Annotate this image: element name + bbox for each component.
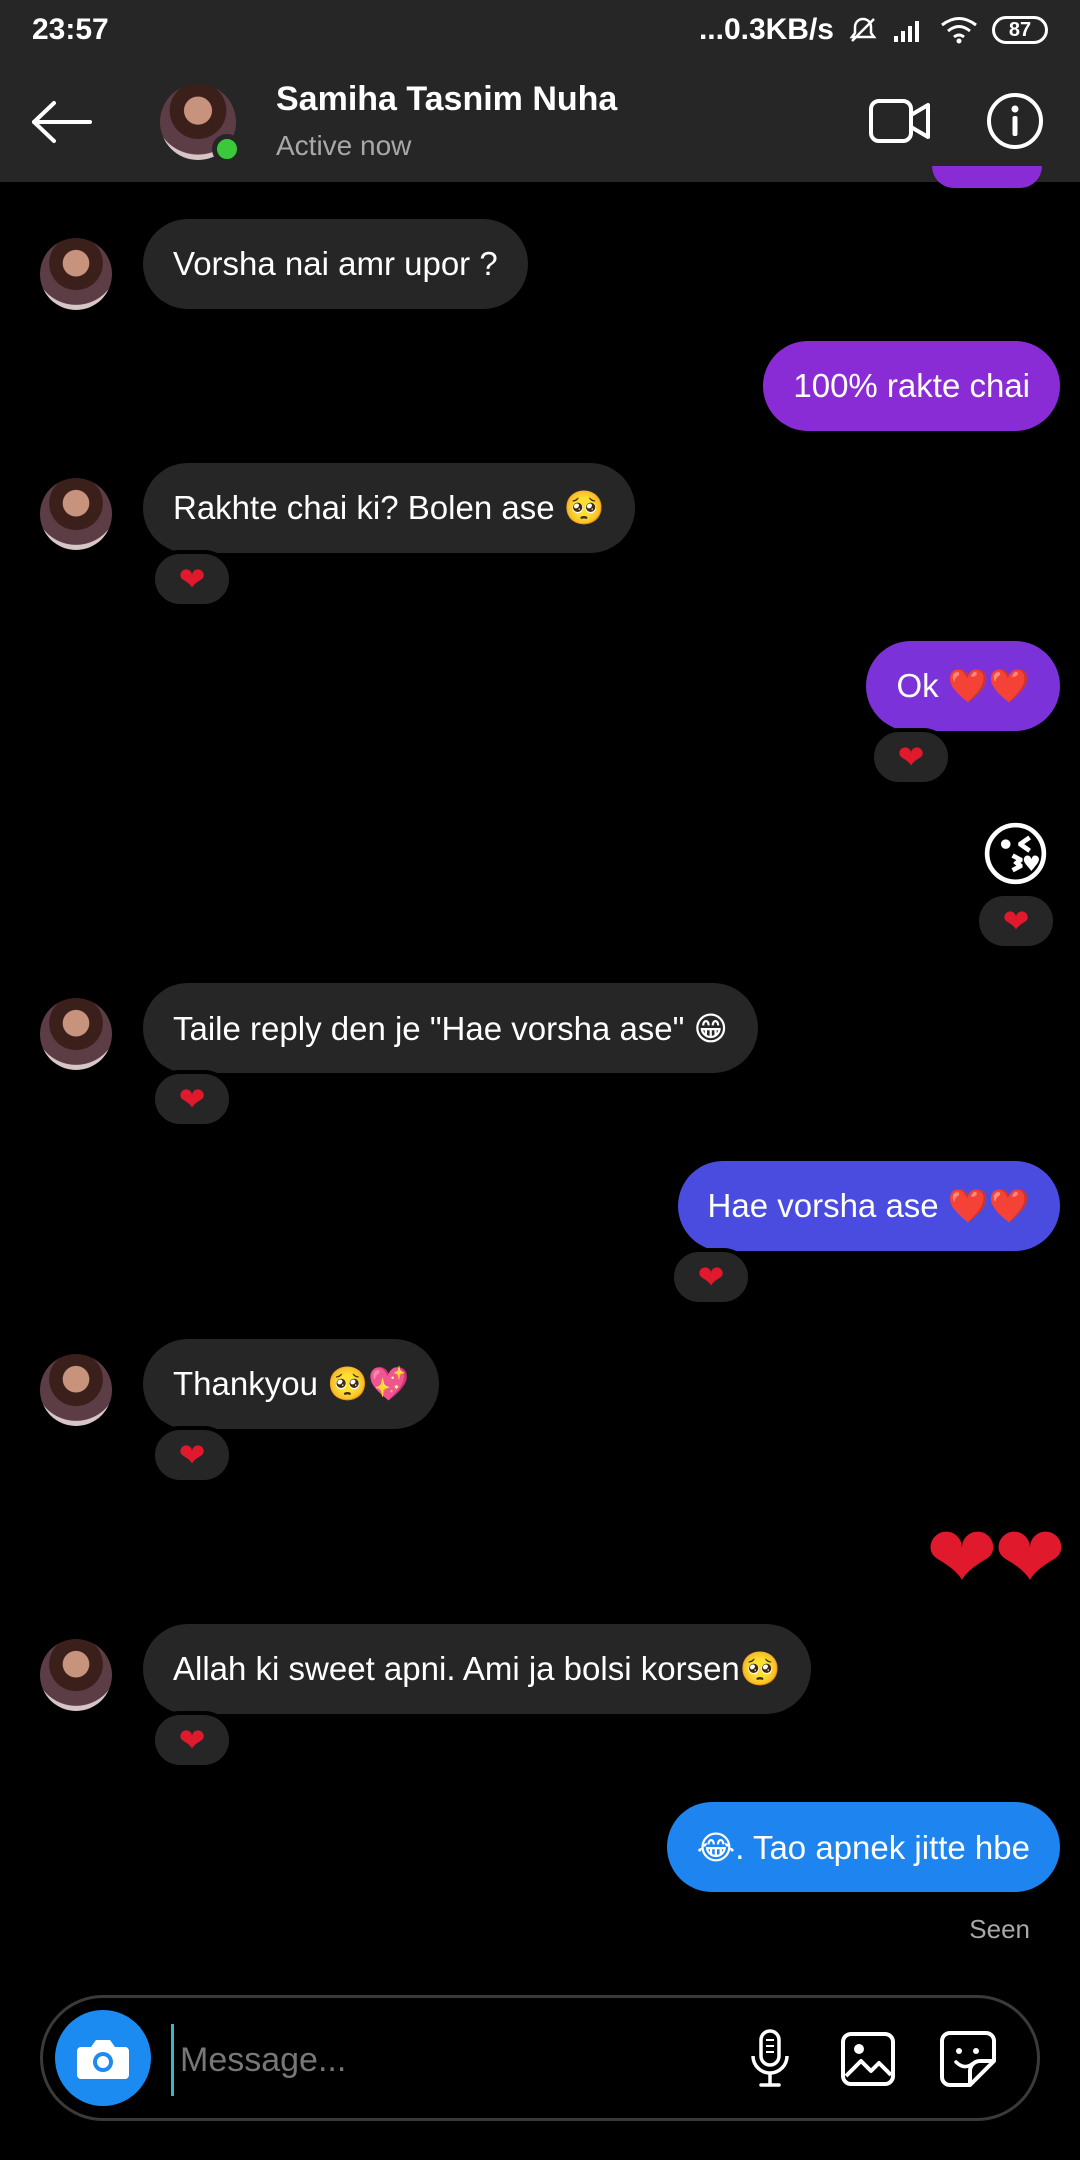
incoming-message[interactable]: Taile reply den je "Hae vorsha ase" 😁	[143, 983, 758, 1073]
status-bar: 23:57 ...0.3KB/s 87	[0, 0, 1080, 60]
seen-indicator: Seen	[969, 1914, 1030, 1944]
video-camera-icon	[869, 99, 930, 143]
avatar	[40, 1639, 112, 1711]
avatar	[40, 238, 112, 310]
sender-avatar[interactable]	[40, 1354, 112, 1426]
sender-avatar[interactable]	[40, 1639, 112, 1711]
incoming-message[interactable]: Allah ki sweet apni. Ami ja bolsi korsen…	[143, 1624, 811, 1714]
back-button[interactable]	[24, 84, 100, 160]
status-icons: ...0.3KB/s 87	[699, 13, 1048, 47]
outgoing-message[interactable]: Ok ❤️❤️	[866, 641, 1060, 731]
heart-reaction[interactable]: ❤	[670, 1248, 752, 1306]
battery-indicator: 87	[992, 16, 1048, 44]
online-indicator	[212, 134, 242, 164]
gallery-button[interactable]	[835, 2026, 901, 2092]
sender-avatar[interactable]	[40, 478, 112, 550]
image-icon	[841, 2032, 895, 2086]
heart-reaction[interactable]: ❤	[870, 728, 952, 786]
message-input[interactable]	[171, 2024, 742, 2096]
status-time: 23:57	[32, 13, 109, 46]
wifi-icon	[941, 17, 977, 44]
incoming-message[interactable]: Rakhte chai ki? Bolen ase 🥺	[143, 463, 635, 553]
camera-button[interactable]	[55, 2010, 151, 2106]
outgoing-message[interactable]: 😂. Tao apnek jitte hbe	[666, 1802, 1060, 1892]
heart-reaction[interactable]: ❤	[151, 550, 233, 608]
network-speed: ...0.3KB/s	[698, 13, 834, 46]
contact-name[interactable]: Samiha Tasnim Nuha	[276, 80, 617, 119]
outgoing-message[interactable]: Hae vorsha ase ❤️❤️	[677, 1161, 1060, 1251]
sender-avatar[interactable]	[40, 238, 112, 310]
chat-header: Samiha Tasnim Nuha Active now	[0, 60, 1080, 182]
sticker-button[interactable]	[935, 2026, 1001, 2092]
signal-icon	[894, 21, 919, 42]
info-icon	[987, 93, 1043, 149]
outgoing-message[interactable]: 100% rakte chai	[763, 341, 1060, 431]
heart-reaction[interactable]: ❤	[151, 1711, 233, 1769]
hearts-message[interactable]: ❤❤	[926, 1515, 1066, 1601]
incoming-message[interactable]: Vorsha nai amr upor ?	[143, 219, 528, 309]
message-composer	[40, 1995, 1040, 2121]
microphone-icon	[751, 2029, 789, 2087]
sender-avatar[interactable]	[40, 998, 112, 1070]
voice-message-button[interactable]	[737, 2026, 803, 2092]
avatar	[40, 1354, 112, 1426]
arrow-left-icon	[32, 101, 92, 143]
heart-reaction[interactable]: ❤	[975, 892, 1057, 950]
heart-reaction[interactable]: ❤	[151, 1070, 233, 1128]
avatar	[40, 478, 112, 550]
contact-avatar[interactable]	[160, 84, 242, 164]
video-call-button[interactable]	[864, 90, 936, 152]
camera-icon	[77, 2040, 129, 2079]
heart-reaction[interactable]: ❤	[151, 1426, 233, 1484]
incoming-message[interactable]: Thankyou 🥺💖	[143, 1339, 440, 1429]
contact-status: Active now	[276, 130, 412, 161]
info-button[interactable]	[984, 90, 1046, 152]
emoji-message[interactable]: 😘	[979, 820, 1052, 890]
previous-message-edge	[932, 166, 1042, 188]
sticker-icon	[940, 2031, 996, 2087]
mute-icon	[849, 17, 877, 42]
avatar	[40, 998, 112, 1070]
